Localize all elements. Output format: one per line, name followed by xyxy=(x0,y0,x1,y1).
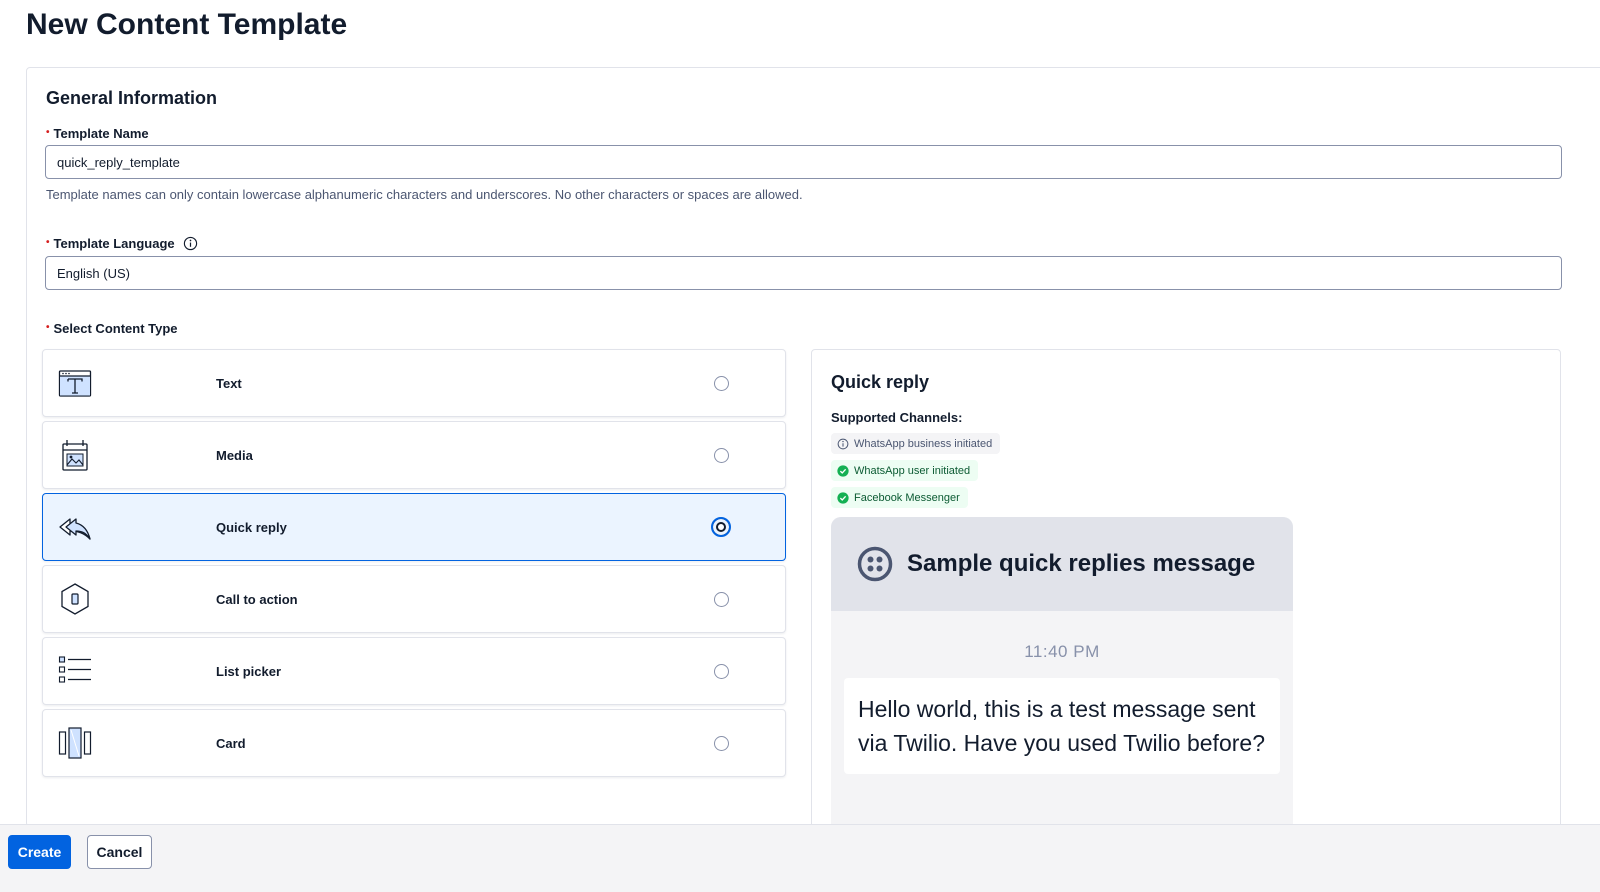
content-type-label-text: Select Content Type xyxy=(53,321,178,336)
list-icon xyxy=(58,654,92,688)
content-type-call-to-action[interactable]: Call to action xyxy=(42,565,786,633)
content-type-radio[interactable] xyxy=(714,663,729,679)
supported-channels-label: Supported Channels: xyxy=(831,410,963,425)
channel-badge-label: WhatsApp user initiated xyxy=(854,464,971,477)
check-circle-icon xyxy=(837,464,849,477)
info-icon xyxy=(837,438,849,450)
content-type-label: Call to action xyxy=(216,591,298,607)
call-to-action-icon xyxy=(58,582,92,616)
preview-panel: Quick reply Supported Channels: WhatsApp… xyxy=(811,349,1561,869)
channel-badge-whatsapp-business: WhatsApp business initiated xyxy=(831,433,1001,454)
content-type-label: Quick reply xyxy=(216,519,287,535)
content-type-label: List picker xyxy=(216,663,282,679)
message-preview-title: Sample quick replies message xyxy=(907,550,1256,577)
create-button[interactable]: Create xyxy=(8,835,71,869)
content-type-list-picker[interactable]: List picker xyxy=(42,637,786,705)
content-type-radio[interactable] xyxy=(714,591,729,607)
content-type-radio[interactable] xyxy=(714,375,729,391)
channel-badge-facebook-messenger: Facebook Messenger xyxy=(831,487,968,508)
section-title-general: General Information xyxy=(46,88,218,108)
content-type-label: • Select Content Type xyxy=(46,321,178,336)
message-preview-header: Sample quick replies message xyxy=(831,517,1293,611)
channel-badge-whatsapp-user: WhatsApp user initiated xyxy=(831,460,979,481)
template-name-help: Template names can only contain lowercas… xyxy=(46,187,803,202)
template-name-input[interactable]: quick_reply_template xyxy=(45,145,1562,179)
content-type-card[interactable]: Card xyxy=(42,709,786,777)
footer-bar: Create Cancel xyxy=(0,824,1600,892)
channel-badge-label: Facebook Messenger xyxy=(854,491,960,504)
media-icon xyxy=(58,438,92,472)
required-marker: • xyxy=(46,322,50,333)
page-title: New Content Template xyxy=(26,8,348,41)
template-language-label-text: Template Language xyxy=(53,236,175,251)
message-timestamp: 11:40 PM xyxy=(1024,642,1100,661)
content-type-media[interactable]: Media xyxy=(42,421,786,489)
template-name-value: quick_reply_template xyxy=(57,154,180,170)
template-name-label-text: Template Name xyxy=(53,126,149,141)
text-template-icon xyxy=(58,366,92,400)
required-marker: • xyxy=(46,237,50,248)
channel-badge-label: WhatsApp business initiated xyxy=(854,437,993,450)
message-preview-phone: Sample quick replies message 11:40 PM He… xyxy=(831,517,1293,837)
card-icon xyxy=(58,726,92,760)
content-type-label: Card xyxy=(216,735,246,751)
content-type-quick-reply[interactable]: Quick reply xyxy=(42,493,786,561)
check-circle-icon xyxy=(837,491,849,504)
template-language-label: • Template Language xyxy=(46,236,198,251)
content-type-list: Text Media Quick reply Call to action Li… xyxy=(42,349,786,781)
content-type-label: Text xyxy=(216,375,242,391)
reply-all-icon xyxy=(58,510,92,544)
twilio-logo-icon xyxy=(857,546,893,582)
content-type-radio[interactable] xyxy=(714,735,729,751)
preview-title: Quick reply xyxy=(831,372,930,392)
content-type-label: Media xyxy=(216,447,253,463)
template-language-select[interactable]: English (US) xyxy=(45,256,1562,290)
info-icon[interactable] xyxy=(183,236,198,251)
content-type-text[interactable]: Text xyxy=(42,349,786,417)
required-marker: • xyxy=(46,127,50,138)
template-name-label: • Template Name xyxy=(46,126,149,141)
template-language-value: English (US) xyxy=(57,265,130,281)
message-bubble: Hello world, this is a test message sent… xyxy=(844,678,1280,774)
content-type-radio[interactable] xyxy=(714,447,729,463)
cancel-button[interactable]: Cancel xyxy=(87,835,152,869)
content-type-radio-selected[interactable] xyxy=(711,517,731,537)
